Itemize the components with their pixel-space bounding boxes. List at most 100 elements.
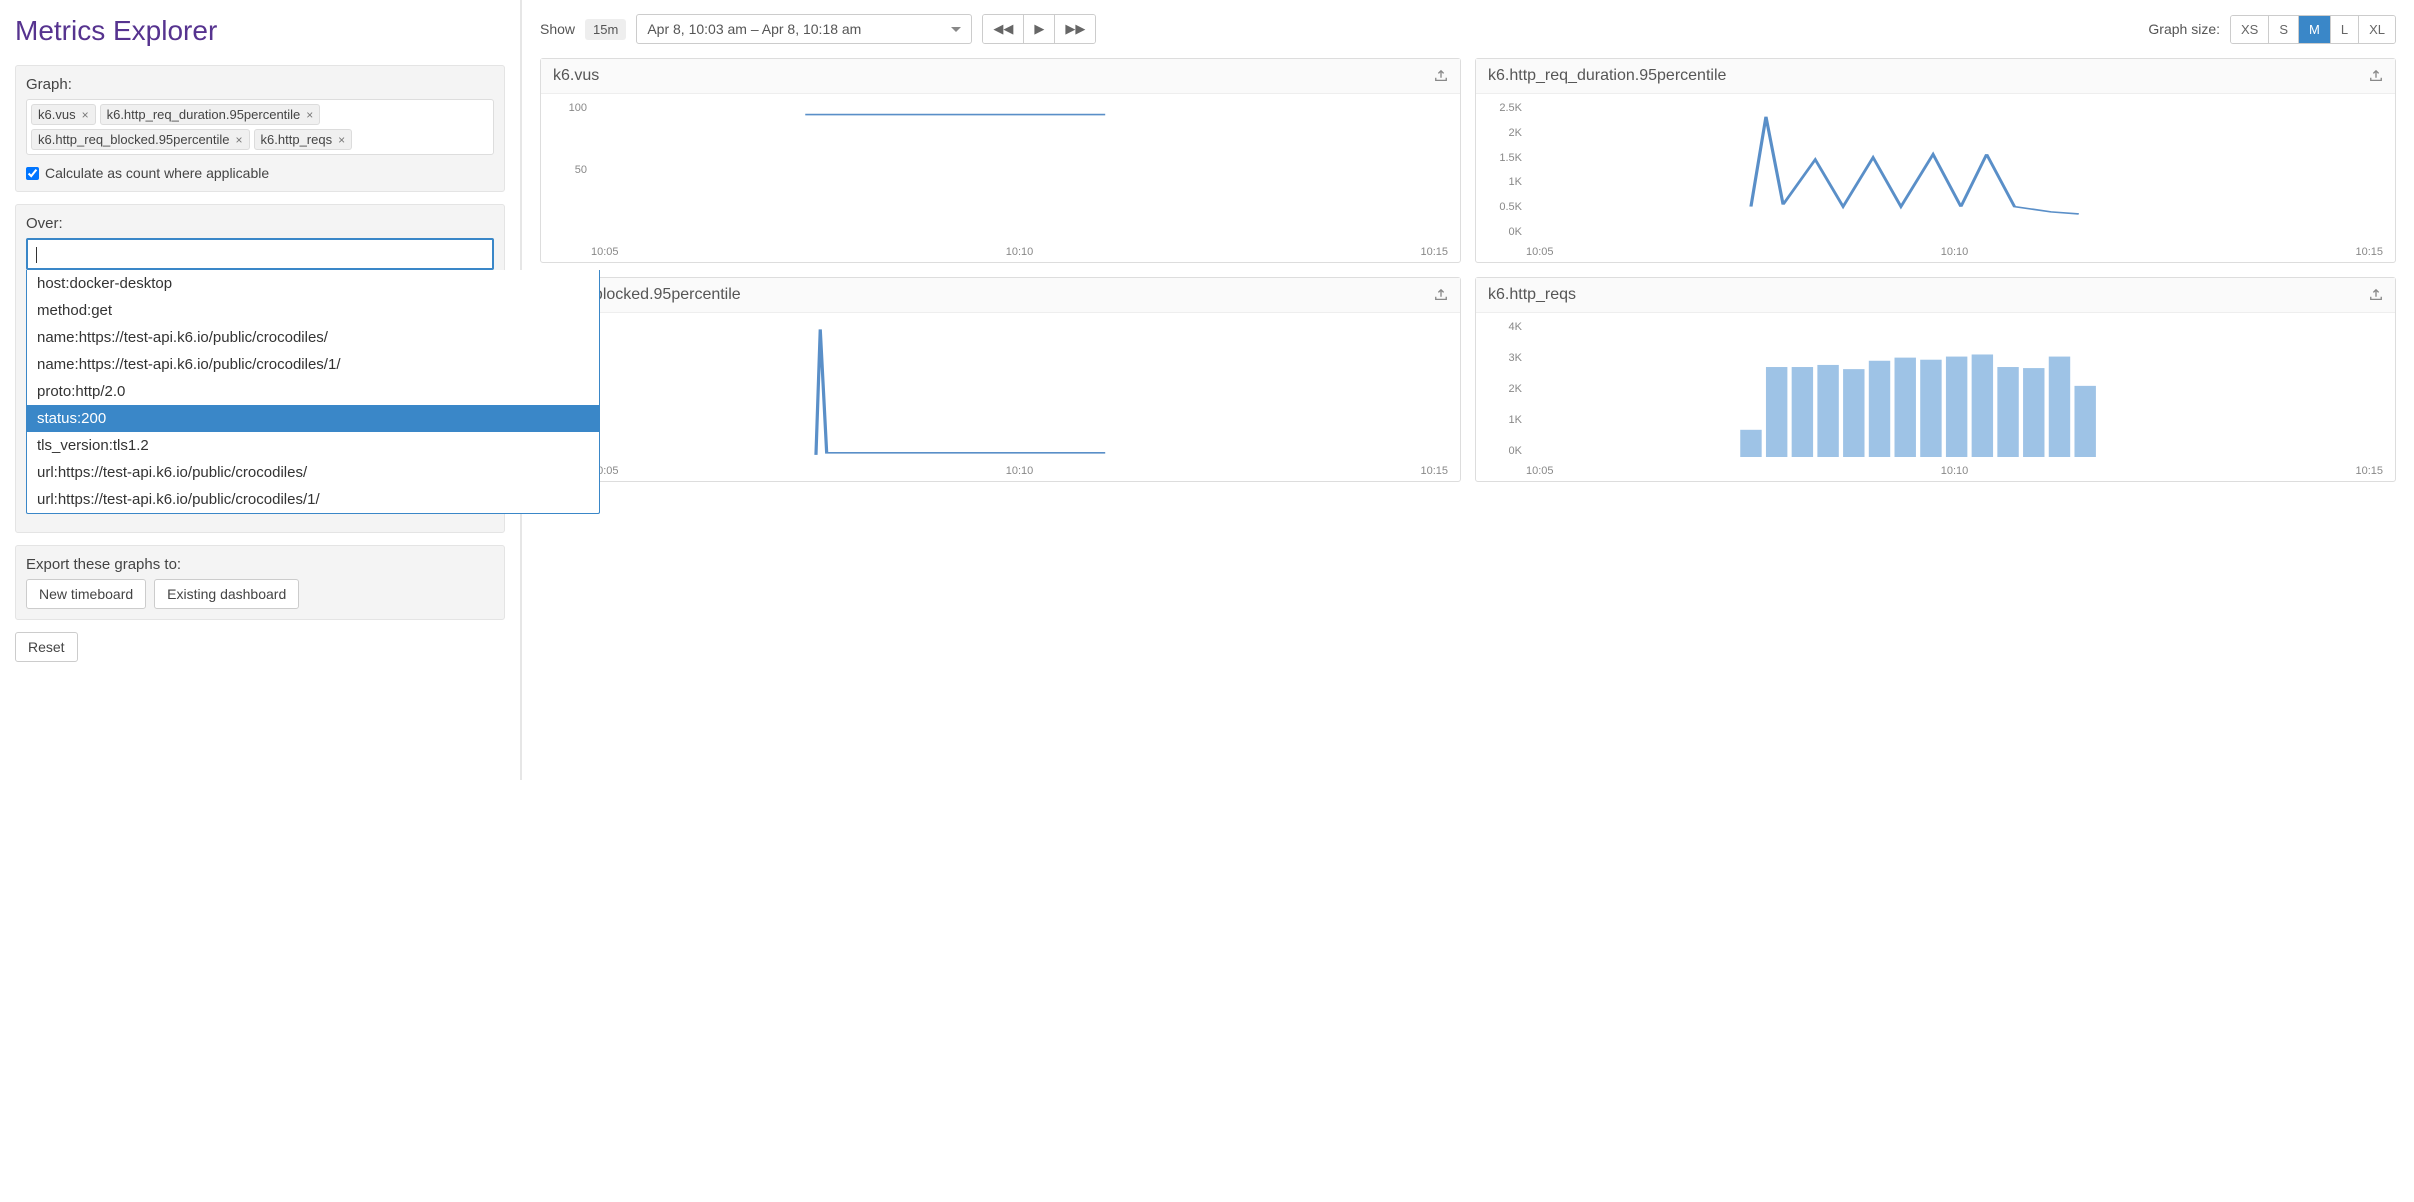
x-tick: 10:15 [1420,465,1448,477]
size-s-button[interactable]: S [2269,16,2299,43]
graph-title: k6.http_reqs [1488,286,1576,304]
graph-metrics-input[interactable]: k6.vus × k6.http_req_duration.95percenti… [26,99,494,155]
bar [2049,357,2070,457]
calculate-count-checkbox[interactable] [26,167,39,180]
y-axis-ticks: 100 50 [547,102,587,238]
play-button[interactable]: ▶ [1024,15,1055,43]
metric-token[interactable]: k6.http_reqs × [254,129,353,150]
x-tick: 10:05 [1526,465,1554,477]
graph-title: k6.http_req_duration.95percentile [1488,67,1726,85]
y-tick: 0.5K [1482,201,1522,213]
y-tick: 4K [1482,321,1522,333]
metric-token[interactable]: k6.vus × [31,104,96,125]
over-panel: Over: host:docker-desktop method:get nam… [15,204,505,533]
size-m-button[interactable]: M [2299,16,2331,43]
over-option[interactable]: method:get [27,297,599,324]
reset-button[interactable]: Reset [15,632,78,662]
playback-controls: ◀◀ ▶ ▶▶ [982,14,1096,44]
plot-area [1526,102,2383,238]
x-tick: 10:05 [591,246,619,258]
y-tick: 2.5K [1482,102,1522,114]
over-option[interactable]: tls_version:tls1.2 [27,432,599,459]
bar [1895,358,1916,457]
text-caret-icon [36,247,37,263]
duration-pill[interactable]: 15m [585,19,626,40]
over-dropdown: host:docker-desktop method:get name:http… [26,270,600,514]
plot-area [591,102,1448,238]
export-panel-label: Export these graphs to: [26,556,494,573]
graph-card-duration: k6.http_req_duration.95percentile 2.5K 2… [1475,58,2396,263]
export-icon[interactable] [1434,288,1448,302]
over-input[interactable] [26,238,494,270]
graph-title: k6.vus [553,67,599,85]
over-option[interactable]: proto:http/2.0 [27,378,599,405]
y-tick: 0K [1482,445,1522,457]
over-option[interactable]: url:https://test-api.k6.io/public/crocod… [27,459,599,486]
chevron-down-icon [951,27,961,32]
y-tick: 1K [1482,414,1522,426]
close-icon[interactable]: × [338,133,345,147]
existing-dashboard-button[interactable]: Existing dashboard [154,579,299,609]
bar [1740,430,1761,457]
rewind-button[interactable]: ◀◀ [983,15,1024,43]
graph-panel-label: Graph: [26,76,494,93]
bar [1997,367,2018,457]
graph-size-label: Graph size: [2148,21,2220,37]
x-tick: 10:15 [2355,246,2383,258]
x-axis-ticks: 10:05 10:10 10:15 [1526,465,2383,477]
over-option[interactable]: url:https://test-api.k6.io/public/crocod… [27,486,599,513]
y-tick: 2K [1482,383,1522,395]
over-option[interactable]: status:200 [27,405,599,432]
size-l-button[interactable]: L [2331,16,2359,43]
y-tick: 1.5K [1482,152,1522,164]
metric-token-label: k6.http_req_blocked.95percentile [38,132,230,147]
bar [1792,367,1813,457]
size-xs-button[interactable]: XS [2231,16,2269,43]
close-icon[interactable]: × [306,108,313,122]
new-timeboard-button[interactable]: New timeboard [26,579,146,609]
close-icon[interactable]: × [236,133,243,147]
metric-token-label: k6.http_reqs [261,132,333,147]
bar [1869,361,1890,457]
show-label: Show [540,21,575,37]
bar [2074,386,2095,457]
plot-area [1526,321,2383,457]
export-icon[interactable] [2369,288,2383,302]
y-tick: 50 [547,164,587,176]
plot-area [591,321,1448,457]
bar [1946,357,1967,457]
timerange-select[interactable]: Apr 8, 10:03 am – Apr 8, 10:18 am [636,14,972,44]
bar [1766,367,1787,457]
metric-token[interactable]: k6.http_req_duration.95percentile × [100,104,321,125]
export-panel: Export these graphs to: New timeboard Ex… [15,545,505,620]
bar [1817,365,1838,457]
close-icon[interactable]: × [82,108,89,122]
x-axis-ticks: 10:05 10:10 10:15 [591,246,1448,258]
x-tick: 10:10 [1941,465,1969,477]
x-tick: 10:05 [1526,246,1554,258]
graph-size-buttons: XS S M L XL [2230,15,2396,44]
x-axis-ticks: 10:05 10:10 10:15 [1526,246,2383,258]
calculate-count-row[interactable]: Calculate as count where applicable [26,165,494,181]
export-icon[interactable] [2369,69,2383,83]
over-option[interactable]: host:docker-desktop [27,270,599,297]
x-tick: 10:15 [1420,246,1448,258]
x-axis-ticks: 10:05 10:10 10:15 [591,465,1448,477]
metric-token[interactable]: k6.http_req_blocked.95percentile × [31,129,250,150]
size-xl-button[interactable]: XL [2359,16,2395,43]
y-axis-ticks: 4K 3K 2K 1K 0K [1482,321,1522,457]
y-tick: 2K [1482,127,1522,139]
fast-forward-button[interactable]: ▶▶ [1055,15,1095,43]
over-option[interactable]: name:https://test-api.k6.io/public/croco… [27,351,599,378]
y-tick: 1K [1482,176,1522,188]
metric-token-label: k6.http_req_duration.95percentile [107,107,301,122]
play-icon: ▶ [1034,21,1044,36]
bar [2023,368,2044,457]
over-option[interactable]: name:https://test-api.k6.io/public/croco… [27,324,599,351]
rewind-icon: ◀◀ [993,21,1013,36]
over-panel-label: Over: [26,215,494,232]
bar [1843,369,1864,457]
y-tick: 100 [547,102,587,114]
export-icon[interactable] [1434,69,1448,83]
graph-card-reqs: k6.http_reqs 4K 3K 2K 1K 0K [1475,277,2396,482]
